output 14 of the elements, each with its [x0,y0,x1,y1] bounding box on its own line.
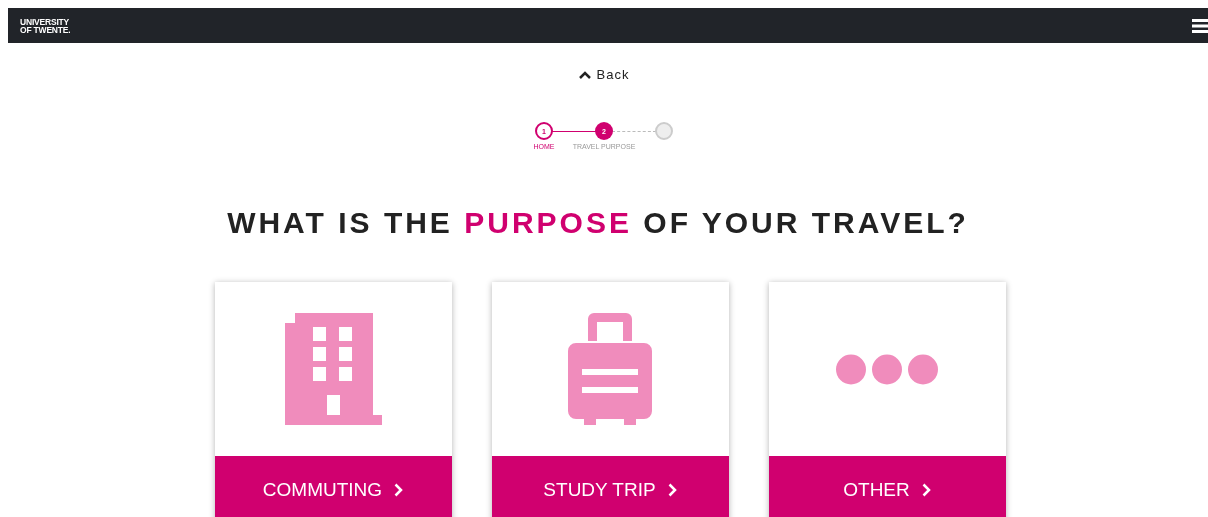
option-button[interactable]: STUDY TRIP [491,456,729,517]
back-button[interactable]: Back [576,65,632,84]
chevron-right-icon [921,482,931,497]
menu-icon[interactable] [1192,18,1208,33]
option-button[interactable]: OTHER [768,456,1006,517]
option-button[interactable]: COMMUTING [214,456,452,517]
more-icon [836,353,938,385]
building-icon [284,313,382,425]
chevron-right-icon [394,482,404,497]
chevron-up-icon [578,70,591,79]
page-heading: WHAT IS THE PURPOSE OF YOUR TRAVEL? [226,206,970,240]
chevron-right-icon [667,482,677,497]
logo[interactable]: UNIVERSITY OF TWENTE. [20,17,71,34]
suitcase-icon [568,313,652,425]
